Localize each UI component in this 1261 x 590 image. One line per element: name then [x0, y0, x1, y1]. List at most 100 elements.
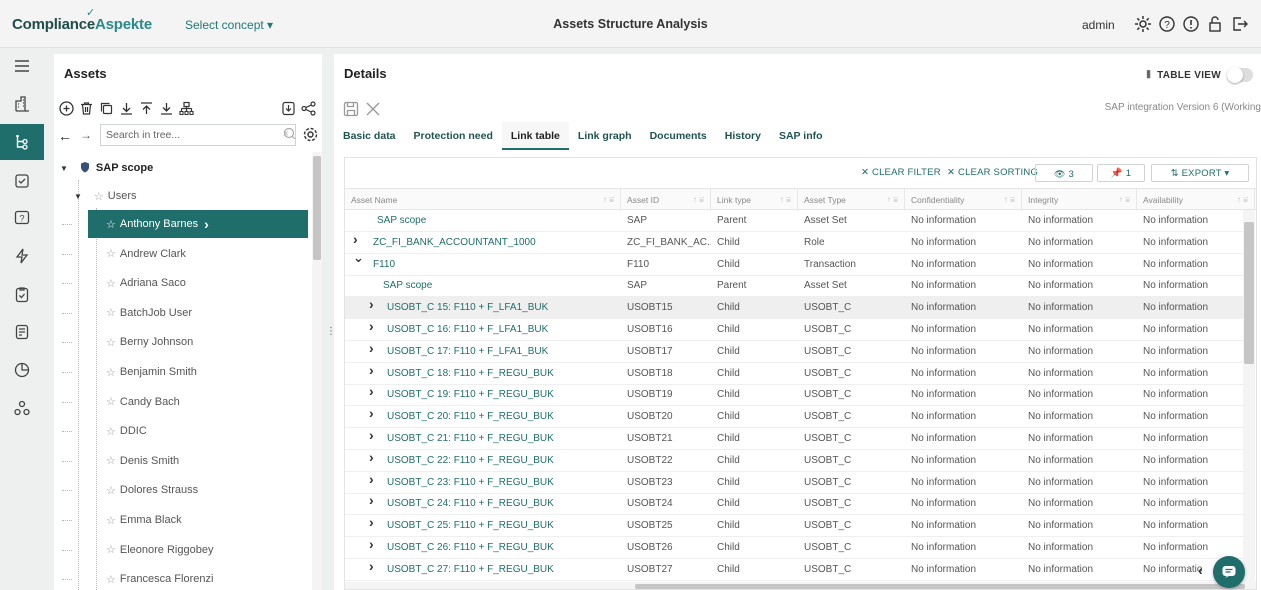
pinned-columns-button[interactable]: 📌 1	[1097, 164, 1145, 182]
cell-name[interactable]: USOBT_C 26: F110 + F_REGU_BUK	[381, 537, 621, 559]
chevron-right-icon[interactable]: ›	[369, 383, 374, 399]
tab-protection-need[interactable]: Protection need	[405, 122, 502, 150]
save-icon[interactable]	[342, 100, 360, 121]
cell-name[interactable]: USOBT_C 23: F110 + F_REGU_BUK	[381, 472, 621, 494]
question-icon[interactable]: ?	[0, 200, 44, 236]
tree-group-node[interactable]: ▼ ☆ Users	[74, 182, 137, 210]
cell-name[interactable]: USOBT_C 27: F110 + F_REGU_BUK	[381, 559, 621, 581]
table-row[interactable]: › USOBT_C 20: F110 + F_REGU_BUK USOBT20 Chi…	[345, 405, 1243, 429]
export-button[interactable]: ⇅ EXPORT ▾	[1151, 164, 1249, 182]
chart-icon[interactable]	[0, 352, 44, 388]
tree-search-input[interactable]	[101, 125, 271, 145]
copy-icon[interactable]	[98, 100, 115, 120]
grid-horizontal-scrollbar[interactable]	[345, 582, 1256, 589]
table-row[interactable]: › USOBT_C 27: F110 + F_REGU_BUK USOBT27 Chi…	[345, 558, 1243, 581]
cell-name[interactable]: USOBT_C 16: F110 + F_LFA1_BUK	[381, 319, 621, 341]
tree-user-node[interactable]: ☆ Denis Smith	[88, 447, 179, 475]
building-icon[interactable]	[0, 86, 44, 122]
tree-user-node[interactable]: ☆ Adriana Saco	[88, 269, 186, 297]
clear-filter-button[interactable]: ✕ CLEAR FILTER	[861, 164, 941, 182]
table-row[interactable]: › USOBT_C 22: F110 + F_REGU_BUK USOBT22 Chi…	[345, 449, 1243, 472]
search-icon[interactable]	[283, 125, 297, 146]
table-row[interactable]: › USOBT_C 19: F110 + F_REGU_BUK USOBT19 Chi…	[345, 383, 1243, 407]
table-row[interactable]: › USOBT_C 18: F110 + F_REGU_BUK USOBT18 Chi…	[345, 362, 1243, 385]
clear-sorting-button[interactable]: ✕ CLEAR SORTING	[947, 164, 1038, 182]
cell-name[interactable]: USOBT_C 21: F110 + F_REGU_BUK	[381, 428, 621, 450]
tab-basic-data[interactable]: Basic data	[334, 122, 405, 150]
add-circle-icon[interactable]	[58, 100, 75, 120]
sort-filter-icon[interactable]: ↑ ⩸	[603, 189, 614, 211]
import-icon[interactable]	[280, 100, 297, 120]
chevron-right-icon[interactable]: ›	[369, 536, 374, 552]
close-icon[interactable]	[364, 100, 382, 121]
tree-user-node[interactable]: ☆ Eleonore Riggobey	[88, 536, 213, 564]
table-row[interactable]: SAP scope SAP Parent Asset Set No informatio…	[345, 275, 1243, 298]
column-header[interactable]: Link type ↑ ⩸	[711, 189, 798, 211]
clipboard-icon[interactable]	[0, 276, 44, 312]
chevron-right-icon[interactable]: ›	[369, 558, 374, 574]
column-header[interactable]: Asset Name ↑ ⩸	[345, 189, 621, 211]
sort-filter-icon[interactable]: ↑ ⩸	[693, 189, 704, 211]
download-icon[interactable]	[118, 100, 135, 120]
table-row[interactable]: › USOBT_C 21: F110 + F_REGU_BUK USOBT21 Chi…	[345, 427, 1243, 450]
bolt-icon[interactable]	[0, 238, 44, 274]
column-header[interactable]: Availability ↑ ⩸	[1137, 189, 1255, 211]
gear-icon[interactable]	[1133, 14, 1153, 37]
tab-link-table[interactable]: Link table	[501, 122, 569, 150]
column-header[interactable]: Asset ID ↑ ⩸	[621, 189, 711, 211]
chevron-right-icon[interactable]: ›	[369, 492, 374, 508]
cell-name[interactable]: SAP scope	[377, 275, 621, 297]
table-row[interactable]: › USOBT_C 26: F110 + F_REGU_BUK USOBT26 Chi…	[345, 536, 1243, 559]
sort-filter-icon[interactable]: ↑ ⩸	[887, 189, 898, 211]
cell-name[interactable]: USOBT_C 24: F110 + F_REGU_BUK	[381, 493, 621, 515]
tree-settings-icon[interactable]	[302, 126, 319, 146]
table-row[interactable]: › USOBT_C 23: F110 + F_REGU_BUK USOBT23 Chi…	[345, 471, 1243, 494]
forward-arrow-icon[interactable]: →	[80, 128, 92, 142]
move-bottom-icon[interactable]	[158, 100, 175, 120]
cell-name[interactable]: F110	[367, 254, 621, 276]
cell-name[interactable]: SAP scope	[371, 210, 621, 232]
table-view-switch[interactable]	[1227, 67, 1253, 83]
chevron-right-icon[interactable]: ›	[369, 514, 374, 530]
chat-button[interactable]	[1213, 556, 1245, 588]
tree-user-node[interactable]: ☆ Benjamin Smith	[88, 358, 197, 386]
column-header[interactable]: Confidentiality ↑ ⩸	[905, 189, 1022, 211]
table-row[interactable]: › USOBT_C 15: F110 + F_LFA1_BUK USOBT15 Chi…	[345, 296, 1243, 320]
chevron-right-icon[interactable]: ›	[369, 318, 374, 334]
table-row[interactable]: › USOBT_C 25: F110 + F_REGU_BUK USOBT25 Chi…	[345, 514, 1243, 538]
collapse-chevron-icon[interactable]: ‹	[1198, 562, 1203, 578]
hierarchy-icon[interactable]	[178, 100, 195, 120]
cell-name[interactable]: USOBT_C 20: F110 + F_REGU_BUK	[381, 406, 621, 428]
info-icon[interactable]	[1181, 14, 1201, 37]
chevron-right-icon[interactable]: ›	[369, 340, 374, 356]
column-header[interactable]: Asset Type ↑ ⩸	[798, 189, 905, 211]
tree-user-node[interactable]: ☆ BatchJob User	[88, 299, 192, 327]
chevron-right-icon[interactable]: ›	[369, 405, 374, 421]
table-row[interactable]: › USOBT_C 17: F110 + F_LFA1_BUK USOBT17 Chi…	[345, 340, 1243, 363]
grid-vertical-scrollbar[interactable]	[1243, 210, 1255, 582]
chevron-right-icon[interactable]: ›	[353, 231, 358, 247]
sort-filter-icon[interactable]: ↑ ⩸	[780, 189, 791, 211]
tree-user-node[interactable]: ☆ Francesca Florenzi	[88, 565, 213, 590]
cell-name[interactable]: USOBT_C 18: F110 + F_REGU_BUK	[381, 363, 621, 385]
sort-filter-icon[interactable]: ↑ ⩸	[1237, 189, 1248, 211]
tree-scrollbar[interactable]	[312, 152, 322, 590]
chevron-right-icon[interactable]: ›	[369, 449, 374, 465]
cell-name[interactable]: USOBT_C 19: F110 + F_REGU_BUK	[381, 384, 621, 406]
sort-filter-icon[interactable]: ↑ ⩸	[1119, 189, 1130, 211]
app-logo[interactable]: ComplianceAspekte ✓	[12, 7, 152, 33]
logout-icon[interactable]	[1229, 14, 1249, 37]
chevron-right-icon[interactable]: ›	[369, 296, 374, 312]
cell-name[interactable]: USOBT_C 25: F110 + F_REGU_BUK	[381, 515, 621, 537]
column-header[interactable]: Integrity ↑ ⩸	[1022, 189, 1137, 211]
chevron-right-icon[interactable]: ›	[369, 362, 374, 378]
user-name[interactable]: admin	[1082, 18, 1115, 32]
collapse-caret-icon[interactable]: ▼	[74, 192, 82, 201]
table-row[interactable]: › USOBT_C 24: F110 + F_REGU_BUK USOBT24 Chi…	[345, 492, 1243, 516]
tree-user-node[interactable]: ☆ Anthony Barnes ›	[88, 210, 308, 238]
cell-name[interactable]: USOBT_C 15: F110 + F_LFA1_BUK	[381, 297, 621, 319]
collapse-caret-icon[interactable]: ▼	[60, 164, 68, 173]
help-icon[interactable]: ?	[1157, 14, 1177, 37]
chevron-right-icon[interactable]: ›	[369, 427, 374, 443]
table-row[interactable]: ⌄ F110 F110 Child Transaction No information N…	[345, 250, 1243, 276]
